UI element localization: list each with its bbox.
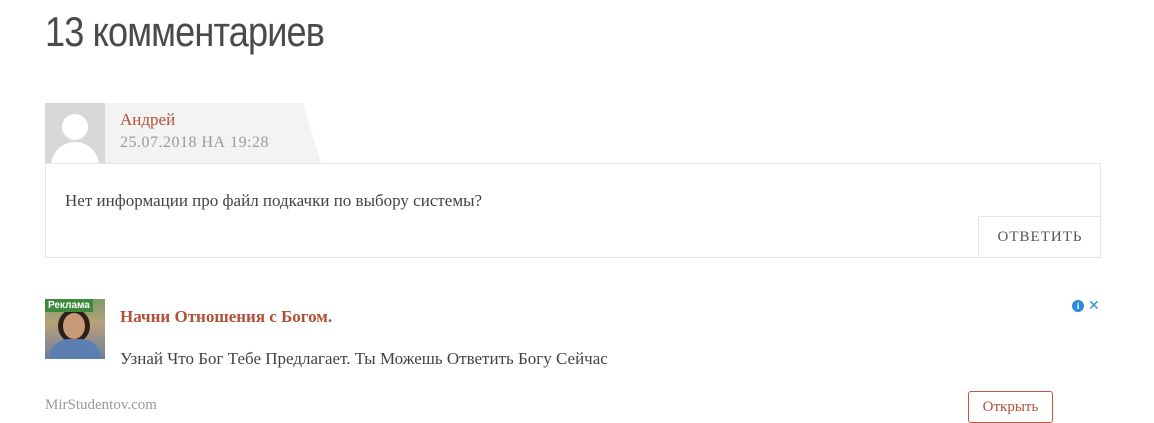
comment-date: 25.07.2018 НА 19:28 xyxy=(120,134,270,151)
comment-author-link[interactable]: Андрей xyxy=(120,110,175,130)
avatar-head-shape xyxy=(62,114,88,140)
ad-badge: Реклама xyxy=(45,299,93,312)
reply-button[interactable]: ОТВЕТИТЬ xyxy=(978,216,1101,258)
avatar-body-shape xyxy=(51,142,99,163)
close-icon[interactable]: ✕ xyxy=(1088,299,1100,313)
ad-open-button[interactable]: Открыть xyxy=(968,391,1053,423)
comment-text: Нет информации про файл подкачки по выбо… xyxy=(65,191,483,210)
info-icon[interactable]: i xyxy=(1072,300,1084,312)
comments-heading: 13 комментариев xyxy=(45,8,325,55)
avatar xyxy=(45,103,105,163)
ad-controls: i ✕ xyxy=(1072,299,1100,313)
ad-image-face xyxy=(63,313,85,339)
ad-image-shirt xyxy=(49,339,101,359)
ad-description: Узнай Что Бог Тебе Предлагает. Ты Можешь… xyxy=(120,349,608,368)
ad-title-link[interactable]: Начни Отношения с Богом. xyxy=(120,307,332,327)
ad-domain-link[interactable]: MirStudentov.com xyxy=(45,397,157,414)
